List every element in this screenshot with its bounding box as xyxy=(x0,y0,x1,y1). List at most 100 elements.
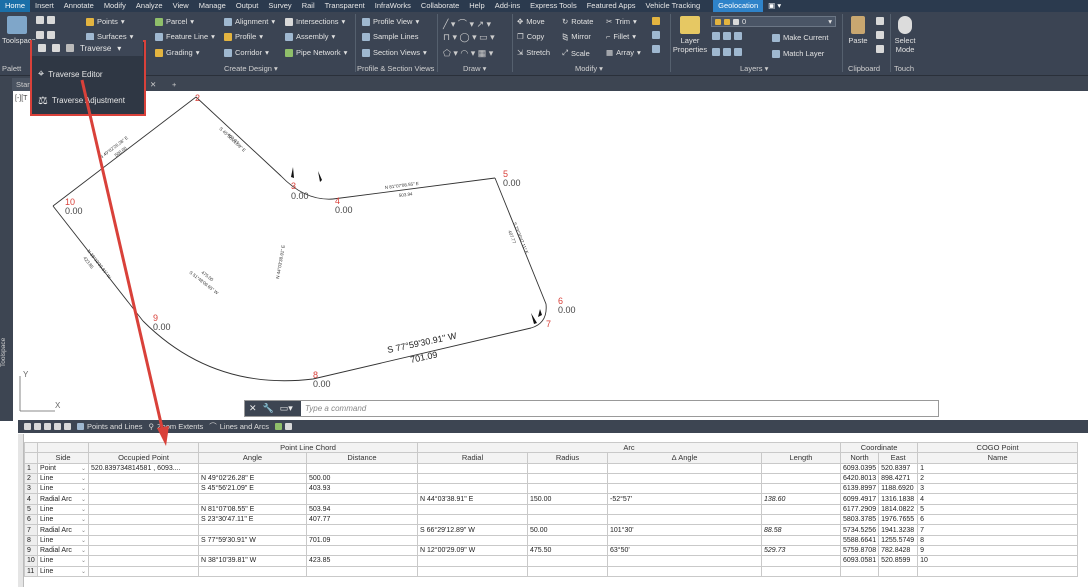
cell-delta[interactable] xyxy=(607,514,762,526)
table-row[interactable]: 10 Line ⌄ N 38°10'39.81" W 423.85 6093.0581 52… xyxy=(24,555,1079,567)
menu-tab-transparent[interactable]: Transparent xyxy=(320,0,370,12)
cell-delta[interactable] xyxy=(607,483,762,495)
cell-radius[interactable] xyxy=(527,555,608,567)
toolbar-icons[interactable] xyxy=(24,423,71,430)
grading-button[interactable]: Grading ▾ xyxy=(155,48,199,57)
cell-name[interactable]: 1 xyxy=(917,462,1079,474)
cell-dist[interactable] xyxy=(306,524,418,536)
table-row[interactable]: 2 Line ⌄ N 49°02'26.28" E 500.00 6420.8013 898… xyxy=(24,472,1079,485)
cell-occ[interactable] xyxy=(88,483,199,495)
table-row[interactable]: 9 Radial Arc ⌄ N 12°00'29.09" W 475.50 63°50'… xyxy=(24,544,1079,557)
table-row[interactable]: 8 Line ⌄ S 77°59'30.91" W 701.09 5588.6641 125… xyxy=(24,534,1079,546)
column-header-radial[interactable]: Radial xyxy=(417,452,528,464)
cell-east[interactable]: 520.8599 xyxy=(878,555,919,567)
scale-button[interactable]: ⤢ Scale xyxy=(562,48,590,58)
cell-east[interactable]: 520.8397 xyxy=(878,462,919,474)
cell-radius[interactable] xyxy=(527,534,608,546)
chevron-down-icon[interactable]: ⌄ xyxy=(81,557,86,564)
cell-dist[interactable] xyxy=(306,544,418,557)
menu-tab-analyze[interactable]: Analyze xyxy=(131,0,168,12)
match-layer-button[interactable]: Match Layer xyxy=(772,49,824,58)
cell-occ[interactable] xyxy=(88,534,199,546)
cell-occ[interactable] xyxy=(88,472,199,485)
mirror-button[interactable]: ⧎ Mirror xyxy=(562,32,591,41)
chevron-down-icon[interactable]: ⌄ xyxy=(81,568,86,575)
menu-tab-geolocation[interactable]: Geolocation xyxy=(713,0,764,12)
cell-radial[interactable] xyxy=(417,483,528,495)
profile-view-button[interactable]: Profile View ▾ xyxy=(362,17,419,26)
cell-name[interactable]: 5 xyxy=(917,503,1079,516)
cell-radial[interactable]: S 66°29'12.89" W xyxy=(417,524,528,536)
cell-occ[interactable]: 520.839734814581 , 6093.... xyxy=(88,462,199,474)
cell-angle[interactable]: S 45°56'21.09" E xyxy=(198,483,307,495)
cell-radial[interactable] xyxy=(417,503,528,516)
menu-tab-featured-apps[interactable]: Featured Apps xyxy=(582,0,641,12)
zoom-extents-button[interactable]: ⚲ Zoom Extents xyxy=(148,422,203,431)
cell-occ[interactable] xyxy=(88,544,199,557)
menu-tab-collaborate[interactable]: Collaborate xyxy=(416,0,464,12)
cell-north[interactable]: 6139.8997 xyxy=(839,483,880,495)
cell-name[interactable]: 7 xyxy=(917,524,1079,536)
cell-angle[interactable] xyxy=(198,493,307,505)
row-number[interactable]: 2 xyxy=(24,472,38,485)
cell-radius[interactable] xyxy=(527,472,608,485)
panel-layers[interactable]: Layers ▾ xyxy=(740,64,768,73)
wrench-icon[interactable]: 🔧 xyxy=(263,403,274,414)
cell-side[interactable]: Point ⌄ xyxy=(37,462,89,474)
cell-name[interactable]: 4 xyxy=(917,493,1079,505)
draw-more-tools[interactable]: ⬠ ▾ ◠ ▾ ▦ ▾ xyxy=(443,48,493,59)
toolspace-vertical-label[interactable]: Toolspace xyxy=(0,332,13,372)
cell-delta[interactable]: -52°57' xyxy=(607,493,762,505)
menu-tab-home[interactable]: Home xyxy=(0,0,31,12)
array-button[interactable]: ▦ Array ▾ xyxy=(606,48,641,57)
row-number[interactable]: 5 xyxy=(24,503,38,516)
cell-side[interactable]: Line ⌄ xyxy=(37,472,89,485)
cell-angle[interactable]: S 23°30'47.11" E xyxy=(198,514,307,526)
cell-east[interactable]: 1941.3238 xyxy=(878,524,919,536)
cell-dist[interactable] xyxy=(306,493,418,505)
lines-and-arcs-button[interactable]: ⌒ Lines and Arcs xyxy=(209,421,269,432)
menu-tab-view[interactable]: View xyxy=(168,0,194,12)
copy-button[interactable]: ❐ Copy xyxy=(517,32,544,41)
cell-dist[interactable]: 503.94 xyxy=(306,503,418,516)
table-row[interactable]: 5 Line ⌄ N 81°07'08.55" E 503.94 6177.2909 181… xyxy=(24,503,1079,516)
cell-north[interactable]: 6177.2909 xyxy=(839,503,880,516)
table-row[interactable]: 7 Radial Arc ⌄ S 66°29'12.89" W 50.00 101°30'… xyxy=(24,524,1079,536)
cell-east[interactable]: 1188.6920 xyxy=(878,483,919,495)
row-number[interactable]: 11 xyxy=(24,565,38,577)
cell-occ[interactable] xyxy=(88,493,199,505)
cell-name[interactable]: 2 xyxy=(917,472,1079,485)
chevron-down-icon[interactable]: ⌄ xyxy=(81,485,86,492)
cell-dist[interactable] xyxy=(306,462,418,474)
cell-angle[interactable]: N 49°02'26.28" E xyxy=(198,472,307,485)
cell-radial[interactable] xyxy=(417,514,528,526)
layer-tools-row1[interactable] xyxy=(712,32,742,40)
cell-name[interactable] xyxy=(917,565,1079,577)
cell-length[interactable] xyxy=(761,503,841,516)
cell-length[interactable] xyxy=(761,565,841,577)
cell-dist[interactable] xyxy=(306,565,418,577)
row-number[interactable]: 8 xyxy=(24,534,38,546)
cell-side[interactable]: Line ⌄ xyxy=(37,514,89,526)
menu-tab-rail[interactable]: Rail xyxy=(297,0,320,12)
cell-radius[interactable]: 475.50 xyxy=(527,544,608,557)
cell-radial[interactable]: N 12°00'29.09" W xyxy=(417,544,528,557)
menu-tab-add-ins[interactable]: Add-ins xyxy=(490,0,525,12)
cell-name[interactable]: 6 xyxy=(917,514,1079,526)
table-row[interactable]: 3 Line ⌄ S 45°56'21.09" E 403.93 6139.8997 118… xyxy=(24,483,1079,495)
menu-tab-vehicle-tracking[interactable]: Vehicle Tracking xyxy=(641,0,706,12)
move-button[interactable]: ✥ Move xyxy=(517,17,545,26)
row-number[interactable]: 10 xyxy=(24,555,38,567)
toolspace-button[interactable]: Toolspace xyxy=(2,16,36,45)
cell-length[interactable] xyxy=(761,555,841,567)
column-header-east[interactable]: East xyxy=(878,452,919,464)
cell-side[interactable]: Radial Arc ⌄ xyxy=(37,524,89,536)
cell-occ[interactable] xyxy=(88,565,199,577)
cell-north[interactable]: 6093.0581 xyxy=(839,555,880,567)
chevron-down-icon[interactable]: ⌄ xyxy=(81,496,86,503)
cell-length[interactable] xyxy=(761,472,841,485)
layer-dropdown[interactable]: 0 ▾ xyxy=(711,16,836,27)
menu-tab-annotate[interactable]: Annotate xyxy=(59,0,99,12)
cell-dist[interactable]: 407.77 xyxy=(306,514,418,526)
layer-tools-row2[interactable] xyxy=(712,48,742,56)
